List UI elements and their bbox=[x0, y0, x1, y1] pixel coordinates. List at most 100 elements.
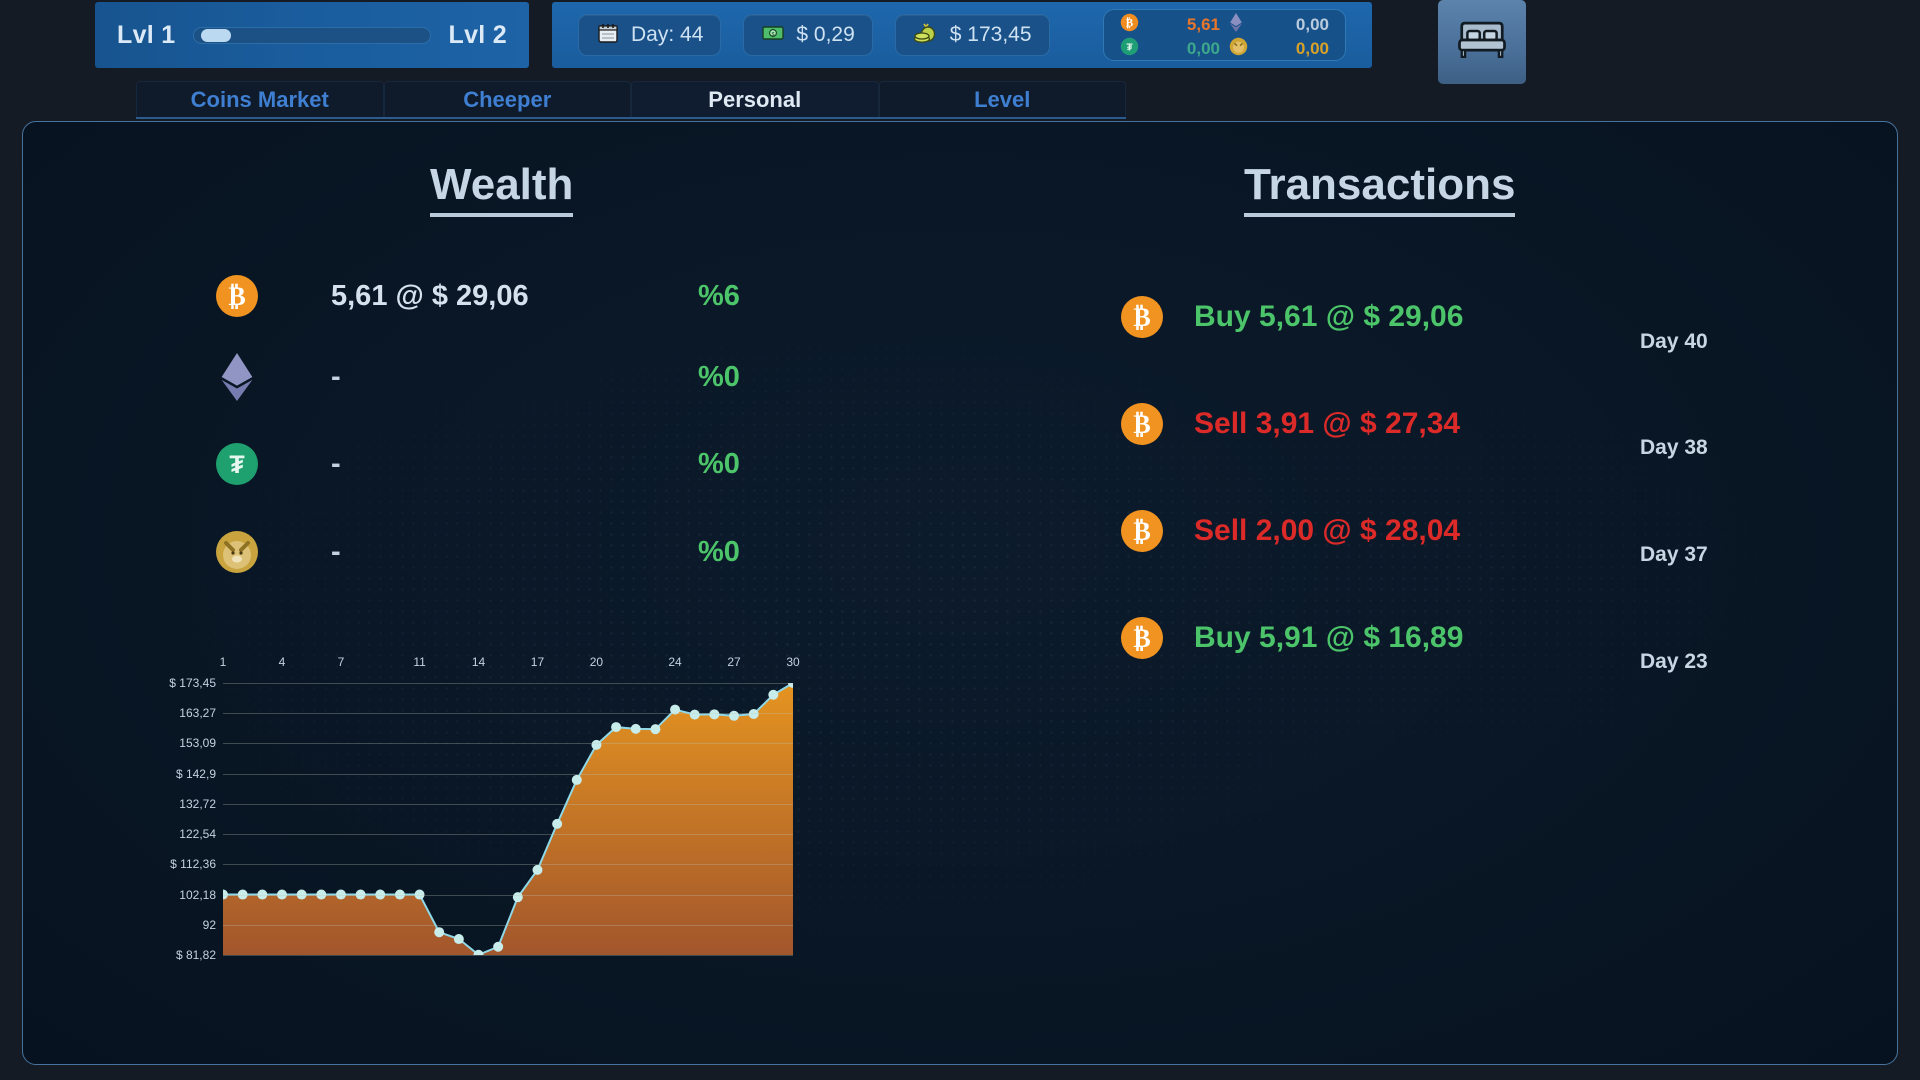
chart-y-tick: $ 173,45 bbox=[169, 676, 216, 690]
svg-text:₿: ₿ bbox=[1133, 303, 1150, 332]
tab-personal[interactable]: Personal bbox=[631, 81, 879, 117]
wealth-amount: - bbox=[331, 535, 341, 568]
svg-text:₿: ₿ bbox=[1133, 410, 1150, 439]
chart-gridline bbox=[223, 864, 793, 866]
transaction-day: Day 40 bbox=[1640, 330, 1708, 353]
chart-y-tick: 92 bbox=[202, 917, 216, 932]
tab-level[interactable]: Level bbox=[878, 81, 1126, 117]
chart-y-tick: 132,72 bbox=[179, 796, 216, 811]
chart-plot-area bbox=[218, 678, 798, 960]
bitcoin-icon: ₿ bbox=[1120, 295, 1164, 339]
chart-data-point bbox=[493, 941, 504, 952]
level-progress-bar[interactable] bbox=[193, 26, 431, 44]
tab-coins-market[interactable]: Coins Market bbox=[136, 81, 384, 117]
chart-y-tick: 163,27 bbox=[179, 706, 216, 721]
stats-panel: Day: 44 $ $ 0,29 $ 173,45 ₿ 5,61 0,00 ₮ … bbox=[552, 2, 1372, 68]
ethereum-icon bbox=[215, 353, 259, 401]
transaction-text: Buy 5,91 @ $ 16,89 bbox=[1194, 621, 1464, 654]
transaction-text: Sell 2,00 @ $ 28,04 bbox=[1194, 514, 1461, 547]
transaction-row: ₿ Sell 3,91 @ $ 27,34 bbox=[1120, 392, 1820, 456]
bitcoin-icon: ₿ bbox=[1120, 509, 1164, 553]
ethereum-icon bbox=[1229, 13, 1248, 37]
transaction-text: Sell 3,91 @ $ 27,34 bbox=[1194, 407, 1461, 440]
chart-y-tick: $ 142,9 bbox=[175, 766, 216, 781]
svg-text:₮: ₮ bbox=[229, 451, 244, 479]
chart-data-point bbox=[611, 722, 622, 733]
wealth-heading: Wealth bbox=[430, 160, 574, 217]
bed-icon bbox=[1455, 13, 1509, 72]
level-progress-panel: Lvl 1 Lvl 2 bbox=[95, 2, 529, 68]
chart-data-point bbox=[552, 818, 563, 829]
wealth-percent: %0 bbox=[698, 447, 740, 480]
wealth-percent: %0 bbox=[698, 360, 740, 393]
chart-data-point bbox=[453, 934, 464, 945]
dogecoin-icon bbox=[215, 530, 259, 574]
transaction-row: ₿ Buy 5,91 @ $ 16,89 bbox=[1120, 606, 1820, 670]
tab-cheeper[interactable]: Cheeper bbox=[383, 81, 631, 117]
svg-text:₮: ₮ bbox=[1126, 42, 1133, 53]
day-counter-label: Day: 44 bbox=[631, 23, 704, 46]
chart-x-tick: 14 bbox=[471, 655, 486, 669]
svg-text:₿: ₿ bbox=[1133, 517, 1150, 546]
transaction-text: Buy 5,61 @ $ 29,06 bbox=[1194, 300, 1464, 333]
chart-y-tick: $ 81,82 bbox=[175, 948, 216, 962]
holdings-btc-value: 5,61 bbox=[1186, 15, 1220, 34]
money-bag-icon bbox=[913, 20, 939, 51]
total-wealth: $ 173,45 bbox=[894, 14, 1050, 56]
tether-icon: ₮ bbox=[1120, 37, 1139, 61]
day-counter: Day: 44 bbox=[578, 14, 722, 56]
chart-gridline bbox=[223, 894, 793, 896]
chart-data-point bbox=[768, 689, 779, 700]
wealth-history-chart: $ 173,45 163,27 153,09 $ 142,9 132,72 122,54 $… bbox=[168, 655, 808, 980]
level-left-label: Lvl 1 bbox=[117, 20, 176, 49]
chart-gridline bbox=[223, 924, 793, 926]
wealth-row-dogecoin: - %0 bbox=[215, 521, 815, 583]
bitcoin-icon: ₿ bbox=[215, 274, 259, 318]
chart-data-point bbox=[434, 927, 445, 938]
tab-label: Level bbox=[974, 86, 1031, 112]
transaction-row: ₿ Buy 5,61 @ $ 29,06 bbox=[1120, 285, 1820, 349]
chart-gridline bbox=[223, 834, 793, 836]
transaction-day: Day 37 bbox=[1640, 543, 1708, 566]
chart-x-tick: 11 bbox=[413, 655, 426, 669]
wealth-amount: 5,61 @ $ 29,06 bbox=[331, 279, 529, 312]
cash-icon: $ bbox=[761, 21, 785, 50]
transactions-heading: Transactions bbox=[1244, 160, 1516, 217]
sleep-button[interactable] bbox=[1438, 0, 1526, 84]
transaction-day: Day 23 bbox=[1640, 650, 1708, 673]
chart-x-tick: 27 bbox=[727, 655, 741, 669]
level-progress-thumb bbox=[200, 28, 231, 42]
tether-icon: ₮ bbox=[215, 442, 259, 486]
wealth-row-bitcoin: ₿ 5,61 @ $ 29,06 %6 bbox=[215, 265, 815, 327]
chart-data-point bbox=[591, 739, 602, 750]
wealth-row-tether: ₮ - %0 bbox=[215, 433, 815, 495]
svg-text:₿: ₿ bbox=[1133, 624, 1150, 653]
chart-data-point bbox=[689, 709, 700, 720]
chart-data-point bbox=[630, 723, 641, 734]
holdings-eth-value: 0,00 bbox=[1295, 15, 1329, 34]
bitcoin-icon: ₿ bbox=[1120, 616, 1164, 660]
chart-data-point bbox=[571, 774, 582, 785]
holdings-doge-value: 0,00 bbox=[1295, 39, 1329, 58]
svg-text:₿: ₿ bbox=[1126, 17, 1134, 29]
wealth-amount: - bbox=[331, 447, 341, 480]
chart-x-tick: 17 bbox=[530, 655, 545, 669]
chart-gridline bbox=[223, 743, 793, 745]
tab-bar: Coins Market Cheeper Personal Level bbox=[136, 81, 1126, 117]
svg-text:₿: ₿ bbox=[228, 282, 245, 311]
chart-y-tick: 122,54 bbox=[179, 827, 216, 842]
cash-balance: $ $ 0,29 bbox=[743, 14, 873, 56]
bitcoin-icon: ₿ bbox=[1120, 402, 1164, 446]
chart-gridline bbox=[223, 683, 793, 684]
chart-x-tick: 30 bbox=[786, 655, 800, 669]
transaction-day: Day 38 bbox=[1640, 436, 1708, 459]
chart-y-tick: 153,09 bbox=[179, 736, 216, 751]
tab-label: Personal bbox=[708, 86, 802, 112]
wealth-percent: %6 bbox=[698, 279, 740, 312]
tab-label: Cheeper bbox=[463, 86, 552, 112]
level-right-label: Lvl 2 bbox=[448, 20, 507, 49]
svg-text:$: $ bbox=[772, 32, 775, 38]
chart-gridline bbox=[223, 773, 793, 775]
chart-gridline bbox=[223, 803, 793, 805]
wealth-row-ethereum: - %0 bbox=[215, 346, 815, 408]
